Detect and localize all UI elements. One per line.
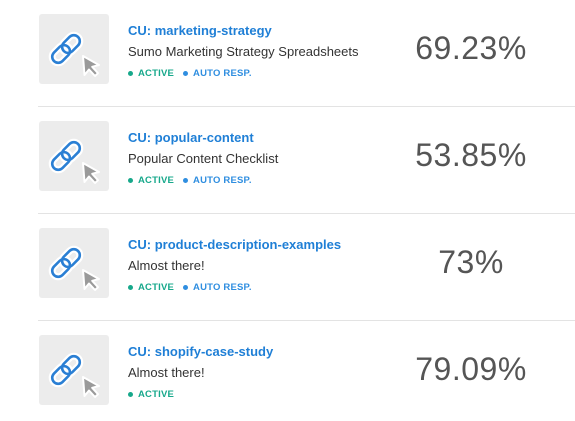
active-label: ACTIVE — [138, 175, 175, 186]
item-title-link[interactable]: CU: product-description-examples — [128, 237, 341, 252]
click-up-list: CU: marketing-strategy Sumo Marketing St… — [0, 0, 575, 421]
auto-resp-label: AUTO RESP. — [193, 282, 252, 293]
active-badge: ACTIVE — [128, 389, 174, 400]
active-label: ACTIVE — [138, 68, 175, 79]
list-item[interactable]: CU: marketing-strategy Sumo Marketing St… — [0, 0, 575, 107]
auto-resp-dot-icon — [183, 178, 189, 183]
item-subtitle: Almost there! — [128, 365, 205, 380]
list-item[interactable]: CU: shopify-case-study Almost there! ACT… — [0, 321, 575, 421]
active-badge: ACTIVE — [128, 68, 174, 79]
status-badges: ACTIVE AUTO RESP. — [128, 175, 261, 186]
item-subtitle: Almost there! — [128, 258, 205, 273]
item-title-link[interactable]: CU: marketing-strategy — [128, 23, 272, 38]
status-badges: ACTIVE AUTO RESP. — [128, 68, 261, 79]
conversion-percent: 69.23% — [415, 30, 527, 66]
list-item[interactable]: CU: product-description-examples Almost … — [0, 214, 575, 321]
active-dot-icon — [128, 285, 133, 290]
active-dot-icon — [128, 71, 133, 76]
active-dot-icon — [128, 178, 133, 183]
conversion-percent: 53.85% — [415, 137, 527, 173]
auto-resp-dot-icon — [183, 71, 189, 76]
status-badges: ACTIVE — [128, 389, 183, 400]
item-subtitle: Popular Content Checklist — [128, 151, 279, 166]
active-label: ACTIVE — [138, 389, 175, 400]
link-cursor-icon — [39, 121, 109, 191]
link-cursor-icon — [39, 335, 109, 405]
conversion-percent: 73% — [438, 244, 504, 280]
active-label: ACTIVE — [138, 282, 175, 293]
status-badges: ACTIVE AUTO RESP. — [128, 282, 261, 293]
link-cursor-icon — [39, 228, 109, 298]
list-item[interactable]: CU: popular-content Popular Content Chec… — [0, 107, 575, 214]
link-cursor-icon — [39, 14, 109, 84]
auto-resp-label: AUTO RESP. — [193, 175, 252, 186]
conversion-percent: 79.09% — [415, 351, 527, 387]
auto-resp-badge: AUTO RESP. — [183, 175, 252, 186]
auto-resp-dot-icon — [183, 285, 189, 290]
item-title-link[interactable]: CU: shopify-case-study — [128, 344, 273, 359]
active-badge: ACTIVE — [128, 282, 174, 293]
auto-resp-badge: AUTO RESP. — [183, 68, 252, 79]
item-title-link[interactable]: CU: popular-content — [128, 130, 254, 145]
item-subtitle: Sumo Marketing Strategy Spreadsheets — [128, 44, 359, 59]
auto-resp-label: AUTO RESP. — [193, 68, 252, 79]
auto-resp-badge: AUTO RESP. — [183, 282, 252, 293]
active-dot-icon — [128, 392, 133, 397]
active-badge: ACTIVE — [128, 175, 174, 186]
